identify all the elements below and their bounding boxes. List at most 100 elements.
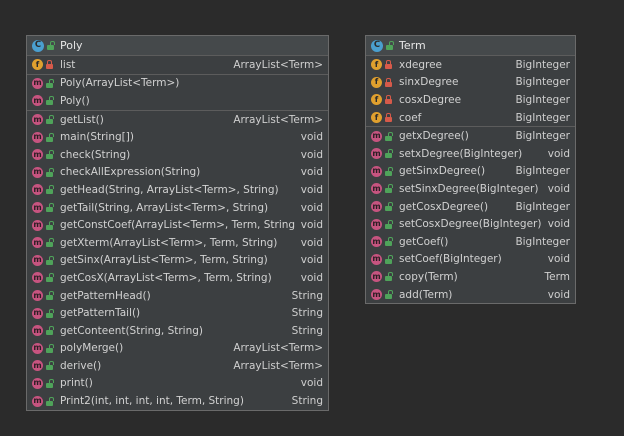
method-icon: m — [32, 77, 43, 89]
method-row[interactable]: m getCosxDegree() BigInteger — [366, 198, 575, 216]
member-type: String — [291, 395, 323, 408]
member-name: getPatternHead() — [60, 289, 151, 302]
field-row[interactable]: f list ArrayList<Term> — [27, 56, 328, 74]
method-row[interactable]: m getConstCoef(ArrayList<Term>, Term, Str… — [27, 216, 328, 234]
member-type: void — [547, 288, 570, 301]
public-unlock-icon — [46, 115, 54, 125]
member-name: coef — [399, 111, 422, 124]
method-icon: m — [32, 272, 43, 284]
method-icon: m — [371, 165, 382, 177]
member-type: ArrayList<Term> — [233, 342, 323, 355]
member-type: void — [300, 148, 323, 161]
method-row[interactable]: m setCosxDegree(BigInteger) void — [366, 215, 575, 233]
method-row[interactable]: m getTail(String, ArrayList<Term>, String… — [27, 199, 328, 217]
fields-section: f list ArrayList<Term> — [27, 56, 328, 75]
public-unlock-icon — [385, 131, 393, 141]
member-name: getList() — [60, 113, 104, 126]
method-row[interactable]: m Poly(ArrayList<Term>) — [27, 75, 328, 93]
member-name: getCosxDegree() — [399, 200, 489, 213]
public-unlock-icon — [46, 150, 54, 160]
method-row[interactable]: m getPatternTail() String — [27, 304, 328, 322]
method-icon: m — [32, 131, 43, 143]
method-row[interactable]: m print() void — [27, 375, 328, 393]
method-row[interactable]: m getSinxDegree() BigInteger — [366, 163, 575, 181]
method-row[interactable]: m Poly() — [27, 92, 328, 110]
field-row[interactable]: f xdegree BigInteger — [366, 56, 575, 74]
method-row[interactable]: m getList() ArrayList<Term> — [27, 111, 328, 129]
class-box-poly[interactable]: C Poly f list ArrayList<Term> m Poly(ArrayL… — [26, 35, 329, 411]
private-lock-icon — [385, 60, 393, 70]
method-row[interactable]: m getSinx(ArrayList<Term>, Term, String) v… — [27, 252, 328, 270]
member-type: ArrayList<Term> — [233, 359, 323, 372]
class-icon: C — [32, 39, 44, 52]
member-type: void — [547, 147, 570, 160]
field-icon: f — [371, 94, 382, 106]
member-type: ArrayList<Term> — [233, 113, 323, 126]
member-name: main(String[]) — [60, 131, 134, 144]
method-row[interactable]: m polyMerge() ArrayList<Term> — [27, 340, 328, 358]
field-row[interactable]: f cosxDegree BigInteger — [366, 91, 575, 109]
method-icon: m — [32, 377, 43, 389]
method-row[interactable]: m main(String[]) void — [27, 128, 328, 146]
method-row[interactable]: m getXterm(ArrayList<Term>, Term, String)… — [27, 234, 328, 252]
member-type: String — [291, 324, 323, 337]
class-box-term[interactable]: C Term f xdegree BigInteger f sinxDegree BigI… — [365, 35, 576, 305]
public-unlock-icon — [46, 291, 54, 301]
class-header[interactable]: C Term — [366, 36, 575, 56]
public-unlock-icon — [385, 219, 393, 229]
member-name: setCosxDegree(BigInteger) — [399, 218, 542, 231]
member-type: BigInteger — [515, 235, 570, 248]
constructors-section: m Poly(ArrayList<Term>) m Poly() — [27, 75, 328, 111]
member-name: print() — [60, 377, 93, 390]
fields-section: f xdegree BigInteger f sinxDegree BigInteger f… — [366, 56, 575, 128]
private-lock-icon — [385, 77, 393, 87]
method-row[interactable]: m setxDegree(BigInteger) void — [366, 145, 575, 163]
member-type: void — [300, 131, 323, 144]
method-icon: m — [32, 184, 43, 196]
method-icon: m — [371, 289, 382, 301]
member-name: getSinx(ArrayList<Term>, Term, String) — [60, 254, 268, 267]
method-icon: m — [371, 183, 382, 195]
class-name: Term — [399, 39, 426, 52]
method-row[interactable]: m getxDegree() BigInteger — [366, 127, 575, 145]
member-name: getCoef() — [399, 235, 449, 248]
method-icon: m — [371, 271, 382, 283]
class-icon: C — [371, 39, 383, 52]
public-unlock-icon — [46, 167, 54, 177]
method-row[interactable]: m add(Term) void — [366, 286, 575, 304]
method-row[interactable]: m setCoef(BigInteger) void — [366, 251, 575, 269]
method-icon: m — [32, 237, 43, 249]
method-row[interactable]: m setSinxDegree(BigInteger) void — [366, 180, 575, 198]
public-unlock-icon — [46, 343, 54, 353]
method-row[interactable]: m getCoef() BigInteger — [366, 233, 575, 251]
member-type: void — [300, 271, 323, 284]
member-name: add(Term) — [399, 288, 453, 301]
method-row[interactable]: m getHead(String, ArrayList<Term>, String… — [27, 181, 328, 199]
member-type: BigInteger — [515, 76, 570, 89]
method-row[interactable]: m getPatternHead() String — [27, 287, 328, 305]
private-lock-icon — [385, 95, 393, 105]
method-row[interactable]: m checkAllExpression(String) void — [27, 164, 328, 182]
member-type: BigInteger — [515, 165, 570, 178]
method-icon: m — [32, 342, 43, 354]
method-icon: m — [371, 253, 382, 265]
method-row[interactable]: m derive() ArrayList<Term> — [27, 357, 328, 375]
member-name: checkAllExpression(String) — [60, 166, 201, 179]
class-name: Poly — [60, 39, 83, 52]
field-row[interactable]: f sinxDegree BigInteger — [366, 74, 575, 92]
member-type: void — [300, 254, 323, 267]
method-row[interactable]: m Print2(int, int, int, int, Term, String… — [27, 392, 328, 410]
member-type: BigInteger — [515, 58, 570, 71]
method-row[interactable]: m getConteent(String, String) String — [27, 322, 328, 340]
class-header[interactable]: C Poly — [27, 36, 328, 56]
method-icon: m — [32, 166, 43, 178]
member-type: void — [300, 183, 323, 196]
field-row[interactable]: f coef BigInteger — [366, 109, 575, 127]
method-icon: m — [32, 325, 43, 337]
field-icon: f — [371, 59, 382, 71]
method-row[interactable]: m copy(Term) Term — [366, 268, 575, 286]
member-type: BigInteger — [515, 130, 570, 143]
method-row[interactable]: m getCosX(ArrayList<Term>, Term, String) v… — [27, 269, 328, 287]
public-unlock-icon — [386, 41, 394, 50]
method-row[interactable]: m check(String) void — [27, 146, 328, 164]
